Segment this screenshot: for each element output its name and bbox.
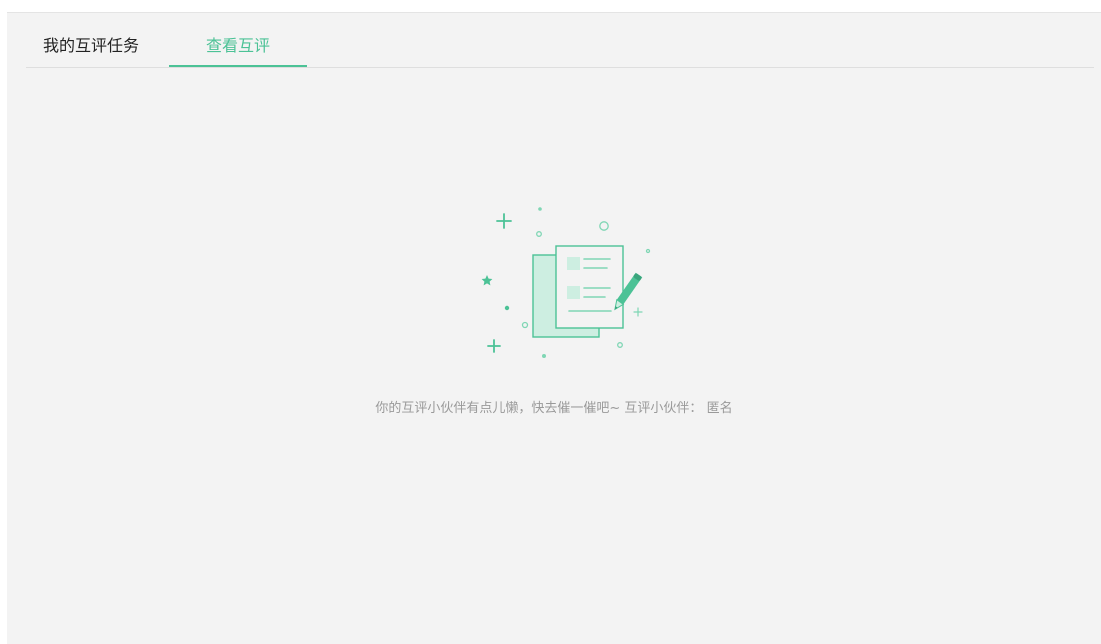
plus-sparkle-icon <box>496 213 512 229</box>
plus-sparkle-icon <box>487 339 501 353</box>
document-edit-illustration <box>481 207 651 358</box>
plus-sparkle-icon <box>633 307 643 317</box>
star-icon <box>481 275 493 286</box>
empty-state-message: 你的互评小伙伴有点儿懒，快去催一催吧~ 互评小伙伴： 匿名 <box>375 401 733 416</box>
peer-review-panel: 我的互评任务 查看互评 你的互评小伙伴有点儿懒，快去催一催吧~ 互评小伙伴： 匿… <box>7 12 1101 644</box>
tab-bar: 我的互评任务 查看互评 <box>26 34 1094 68</box>
tab-view-peer-reviews[interactable]: 查看互评 <box>169 34 307 67</box>
tab-my-peer-review-tasks[interactable]: 我的互评任务 <box>26 34 168 67</box>
